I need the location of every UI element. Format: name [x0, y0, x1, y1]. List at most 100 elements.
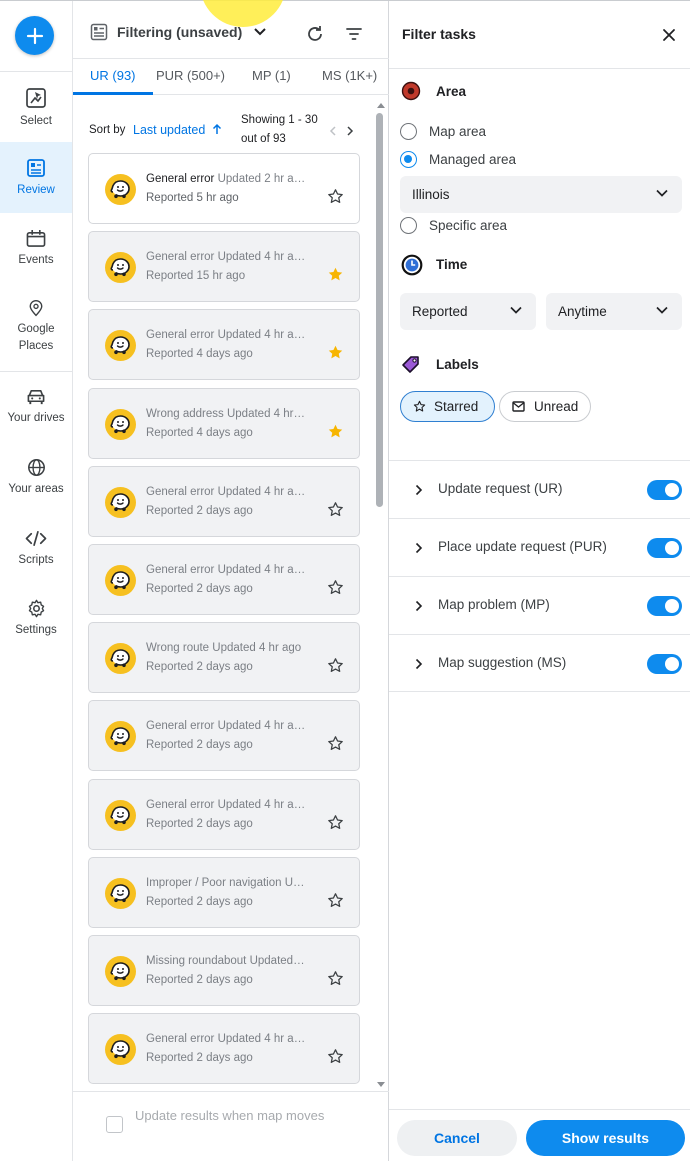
star-filled-icon[interactable] — [327, 423, 344, 440]
chip-label: Unread — [534, 399, 579, 414]
list-toolbar: Filtering (unsaved) — [73, 0, 389, 59]
radio-label: Managed area — [429, 152, 517, 167]
radio-specific-area[interactable]: Specific area — [400, 217, 507, 234]
add-button[interactable] — [15, 16, 54, 55]
task-card[interactable]: General error Updated 4 hr ago Reported 2… — [88, 544, 360, 615]
rail-item-your-drives[interactable]: Your drives — [0, 387, 72, 427]
rail-item-settings[interactable]: Settings — [0, 599, 72, 639]
time-range-select[interactable]: Anytime — [546, 293, 682, 330]
radio-map-area[interactable]: Map area — [400, 123, 486, 140]
rail-item-events[interactable]: Events — [0, 229, 72, 269]
task-updated: Updated 2 hr ago — [217, 173, 306, 185]
chip-starred[interactable]: Starred — [400, 391, 495, 422]
task-card[interactable]: Improper / Poor navigation Updated 4 hr … — [88, 856, 360, 928]
sort-dropdown[interactable]: Last updated — [133, 123, 222, 137]
show-results-button[interactable]: Show results — [526, 1120, 685, 1156]
close-icon[interactable] — [662, 28, 676, 42]
toggle-row-pur[interactable]: Place update request (PUR) — [389, 518, 690, 576]
task-type-badge — [105, 486, 136, 518]
refresh-icon[interactable] — [305, 24, 325, 44]
rail-divider — [0, 371, 72, 372]
star-outline-icon[interactable] — [327, 735, 344, 752]
task-type: Wrong address — [146, 407, 224, 420]
task-card[interactable]: General error Updated 2 hr ago Reported 5… — [88, 153, 360, 224]
tab-ur[interactable]: UR (93) — [90, 68, 136, 83]
chevron-down-icon — [510, 306, 522, 314]
cancel-button[interactable]: Cancel — [397, 1120, 517, 1156]
toggle-label: Place update request (PUR) — [438, 539, 607, 554]
tab-ms[interactable]: MS (1K+) — [322, 68, 377, 83]
waze-icon — [110, 649, 130, 668]
scroll-down-icon[interactable] — [376, 1081, 386, 1089]
toggle-switch[interactable] — [647, 480, 682, 500]
managed-area-value: Illinois — [412, 187, 450, 202]
task-card[interactable]: General error Updated 4 hr ago Reported 2… — [88, 465, 360, 537]
chevron-down-icon — [254, 28, 266, 36]
star-outline-icon[interactable] — [327, 1048, 344, 1065]
task-title: General error Updated 2 hr ago — [146, 173, 306, 185]
task-card[interactable]: General error Updated 4 hr ago Reported 4… — [88, 309, 360, 381]
scroll-up-icon[interactable] — [376, 101, 386, 109]
chip-unread[interactable]: Unread — [499, 391, 591, 422]
task-reported: Reported 2 days ago — [146, 974, 253, 986]
tab-mp[interactable]: MP (1) — [252, 68, 291, 83]
task-updated: Updated 4 hr ago — [284, 876, 306, 889]
toggle-switch[interactable] — [647, 538, 682, 558]
radio-button[interactable] — [400, 217, 417, 234]
filter-icon[interactable] — [345, 27, 363, 41]
toggle-row-ms[interactable]: Map suggestion (MS) — [389, 634, 690, 692]
time-title: Time — [436, 257, 468, 272]
star-outline-icon[interactable] — [327, 579, 344, 596]
task-type: Missing roundabout — [146, 955, 247, 967]
task-type: General error — [146, 251, 215, 264]
rail-item-google-places[interactable]: Google Places — [0, 299, 72, 355]
select-icon — [26, 88, 46, 108]
rail-item-your-areas[interactable]: Your areas — [0, 458, 72, 498]
rail-item-scripts[interactable]: Scripts — [0, 529, 72, 569]
time-mode-select[interactable]: Reported — [400, 293, 536, 330]
star-outline-icon[interactable] — [327, 657, 344, 674]
time-mode-value: Reported — [412, 304, 468, 319]
task-card[interactable]: General error Updated 4 hr ago Reported 1… — [88, 231, 360, 303]
star-filled-icon[interactable] — [327, 266, 344, 283]
star-outline-icon[interactable] — [327, 970, 344, 987]
task-type: General error — [146, 798, 215, 811]
task-list-panel: Filtering (unsaved) UR (93) PUR (500+) M… — [73, 0, 389, 1161]
waze-icon — [110, 883, 130, 902]
filter-dropdown[interactable]: Filtering (unsaved) — [90, 23, 267, 41]
tab-pur[interactable]: PUR (500+) — [156, 68, 225, 83]
map-pin-icon — [401, 81, 421, 101]
rail-item-select[interactable]: Select — [0, 87, 72, 133]
star-outline-icon[interactable] — [327, 188, 344, 205]
task-card[interactable]: Wrong address Updated 4 hr ago Reported 4… — [88, 387, 360, 459]
star-outline-icon[interactable] — [327, 892, 344, 909]
area-title: Area — [436, 84, 467, 99]
chevron-right-icon[interactable] — [346, 126, 354, 136]
task-card[interactable]: General error Updated 4 hr ago Reported 2… — [88, 778, 360, 850]
time-range-value: Anytime — [558, 304, 607, 319]
update-on-move-checkbox[interactable] — [106, 1116, 123, 1133]
toggle-row-mp[interactable]: Map problem (MP) — [389, 576, 690, 634]
radio-button[interactable] — [400, 123, 417, 140]
task-card[interactable]: Missing roundabout Updated 4 hr ago Repor… — [88, 935, 360, 1006]
managed-area-select[interactable]: Illinois — [400, 176, 682, 213]
chevron-left-icon[interactable] — [329, 126, 337, 136]
task-card[interactable]: General error Updated 4 hr ago Reported 2… — [88, 1013, 360, 1085]
toggle-switch[interactable] — [647, 596, 682, 616]
radio-managed-area[interactable]: Managed area — [400, 151, 516, 168]
scrollbar-thumb[interactable] — [376, 113, 383, 507]
star-filled-icon[interactable] — [327, 344, 344, 361]
radio-label: Map area — [429, 124, 487, 139]
star-outline-icon[interactable] — [327, 501, 344, 518]
rail-item-label: Settings — [15, 624, 57, 636]
star-outline-icon[interactable] — [327, 814, 344, 831]
task-title: Improper / Poor navigation Updated 4 hr … — [146, 877, 306, 889]
events-icon — [26, 229, 46, 247]
radio-button-selected[interactable] — [400, 151, 417, 168]
task-card[interactable]: Wrong route Updated 4 hr ago Reported 2 d… — [88, 622, 360, 694]
toggle-row-ur[interactable]: Update request (UR) — [389, 460, 690, 518]
task-card[interactable]: General error Updated 4 hr ago Reported 2… — [88, 700, 360, 772]
rail-item-review[interactable]: Review — [0, 142, 72, 213]
chevron-down-icon — [656, 306, 668, 314]
toggle-switch[interactable] — [647, 654, 682, 674]
